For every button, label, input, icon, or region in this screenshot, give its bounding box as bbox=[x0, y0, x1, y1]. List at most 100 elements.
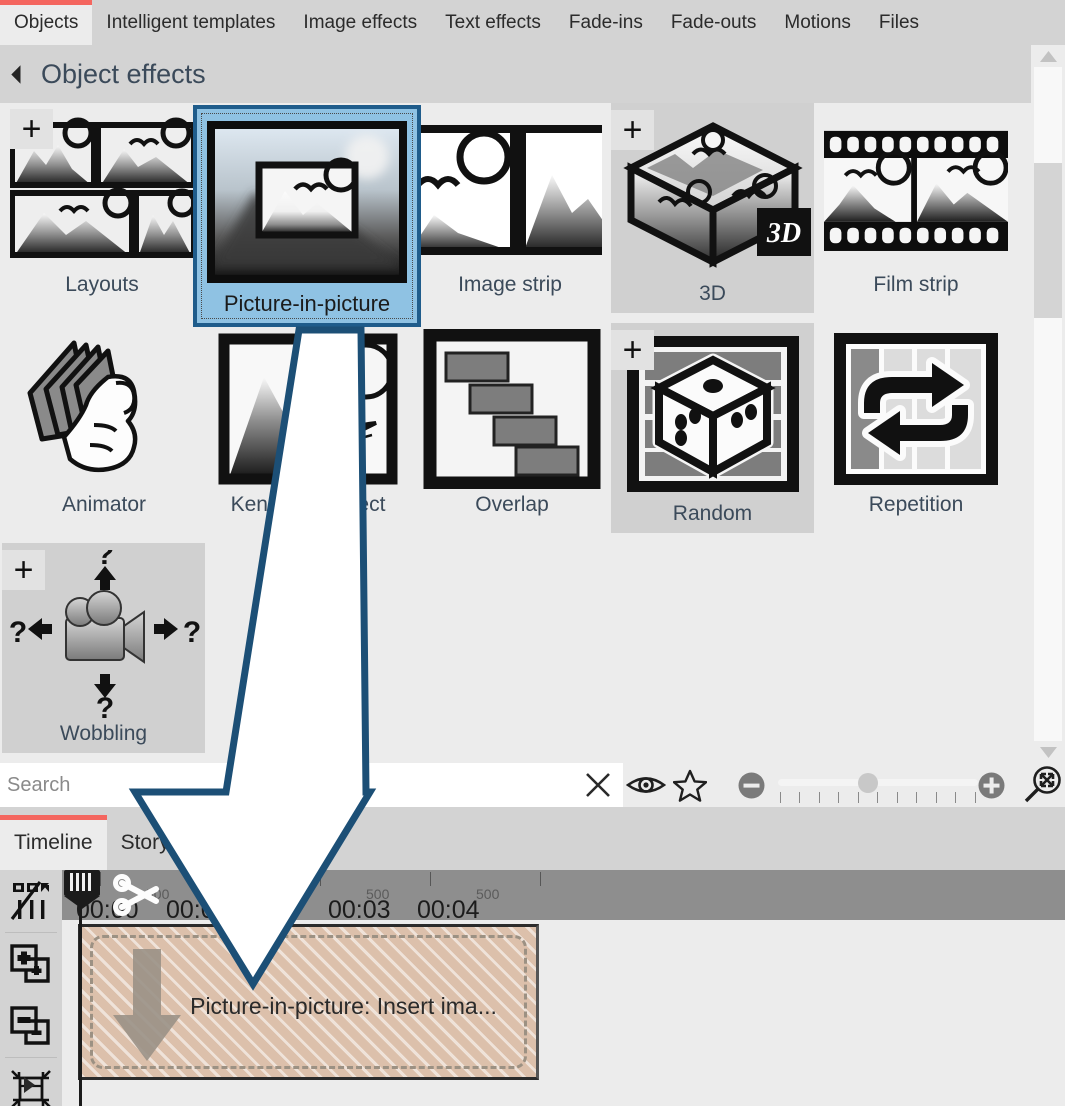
ken-burns-icon bbox=[216, 329, 400, 489]
effect-label: Ken Burns effect bbox=[231, 493, 386, 517]
minus-circle-icon[interactable] bbox=[729, 763, 774, 807]
effects-grid: + bbox=[0, 103, 1031, 763]
object-effects-header[interactable]: Object effects bbox=[0, 45, 1031, 103]
tab-timeline[interactable]: Timeline bbox=[0, 815, 107, 870]
effect-tile-wobbling[interactable]: + ? ? bbox=[2, 543, 205, 753]
zoom-slider-thumb[interactable] bbox=[858, 773, 878, 793]
layouts-icon: + bbox=[10, 109, 194, 269]
tab-label: Storyboard bbox=[121, 831, 224, 855]
add-icon[interactable]: + bbox=[611, 110, 654, 150]
effect-label: Animator bbox=[62, 493, 146, 517]
search-toolbar bbox=[0, 763, 1065, 807]
effect-tile-overlap[interactable]: Overlap bbox=[420, 329, 604, 517]
close-x-icon[interactable] bbox=[573, 763, 624, 807]
clip-label: Picture-in-picture: Insert ima... bbox=[81, 993, 536, 1020]
effect-tile-random[interactable]: + bbox=[611, 323, 814, 533]
repetition-icon bbox=[824, 329, 1008, 489]
zoom-slider[interactable] bbox=[778, 763, 965, 807]
marker-icon[interactable] bbox=[254, 872, 271, 897]
effects-scrollbar[interactable] bbox=[1031, 45, 1065, 763]
app-window: Objects Intelligent templates Image effe… bbox=[0, 0, 1065, 1106]
triangle-collapse-icon[interactable] bbox=[11, 65, 29, 83]
tab-motions[interactable]: Motions bbox=[770, 0, 865, 45]
remove-track-icon[interactable] bbox=[0, 995, 62, 1057]
split-objects-icon[interactable] bbox=[0, 870, 62, 932]
scrollbar-thumb[interactable] bbox=[1034, 163, 1062, 318]
zoom-slider-track[interactable] bbox=[778, 779, 978, 786]
3d-cube-icon: + bbox=[611, 110, 814, 278]
tab-image-effects[interactable]: Image effects bbox=[289, 0, 431, 45]
picture-in-picture-icon bbox=[207, 117, 407, 287]
tab-fade-outs[interactable]: Fade-outs bbox=[657, 0, 771, 45]
add-icon[interactable]: + bbox=[611, 330, 654, 370]
effect-tile-animator[interactable]: Animator bbox=[12, 329, 196, 517]
effect-tile-3d[interactable]: + bbox=[611, 103, 814, 313]
svg-text:3D: 3D bbox=[765, 218, 800, 249]
top-tab-bar: Objects Intelligent templates Image effe… bbox=[0, 0, 1065, 45]
triangle-down-icon[interactable] bbox=[1031, 741, 1065, 763]
tab-storyboard[interactable]: Storyboard bbox=[107, 815, 238, 870]
effect-tile-layouts[interactable]: + bbox=[10, 109, 194, 297]
effect-label: Overlap bbox=[475, 493, 549, 517]
timeline-clip[interactable]: Picture-in-picture: Insert ima... bbox=[78, 924, 539, 1080]
expand-arrow-icon[interactable] bbox=[24, 1077, 35, 1093]
tab-text-effects[interactable]: Text effects bbox=[431, 0, 555, 45]
effect-label: Image strip bbox=[458, 273, 562, 297]
tab-label: Timeline bbox=[14, 831, 93, 855]
magnifier-fit-icon[interactable] bbox=[1020, 763, 1065, 807]
playhead-line bbox=[79, 884, 82, 1106]
wobbling-camera-icon: + ? ? bbox=[2, 550, 205, 718]
triangle-up-icon[interactable] bbox=[1031, 45, 1065, 67]
tab-label: Objects bbox=[14, 12, 78, 34]
random-dice-icon: + bbox=[611, 330, 814, 498]
chapter-markers[interactable] bbox=[234, 872, 271, 897]
effect-label: Wobbling bbox=[60, 722, 147, 746]
animator-icon bbox=[12, 329, 196, 489]
tab-intelligent-templates[interactable]: Intelligent templates bbox=[92, 0, 289, 45]
effect-tile-image-strip[interactable]: Image strip bbox=[418, 109, 602, 297]
effect-tile-ken-burns[interactable]: Ken Burns effect bbox=[216, 329, 400, 517]
effect-label: Layouts bbox=[65, 273, 139, 297]
ruler-time-label: 00:01 bbox=[166, 896, 229, 920]
timeline-tab-bar: Timeline Storyboard bbox=[0, 807, 1065, 870]
zoom-slider-ticks bbox=[780, 792, 976, 803]
tab-label: Fade-ins bbox=[569, 12, 643, 34]
svg-text:?: ? bbox=[182, 616, 200, 649]
eye-icon[interactable] bbox=[623, 763, 668, 807]
effect-label: Picture-in-picture bbox=[224, 291, 390, 317]
effect-label: Film strip bbox=[873, 273, 958, 297]
ruler-time-label: 00:03 bbox=[328, 896, 391, 920]
ruler-time-label: 00:04 bbox=[417, 896, 480, 920]
effect-tile-repetition[interactable]: Repetition bbox=[824, 329, 1008, 517]
tab-objects[interactable]: Objects bbox=[0, 0, 92, 45]
add-icon[interactable]: + bbox=[10, 109, 53, 149]
effect-label: 3D bbox=[699, 282, 726, 306]
add-icon[interactable]: + bbox=[2, 550, 45, 590]
page-title: Object effects bbox=[41, 59, 206, 90]
star-icon[interactable] bbox=[668, 763, 713, 807]
tab-label: Image effects bbox=[303, 12, 417, 34]
effect-tile-film-strip[interactable]: Film strip bbox=[824, 109, 1008, 297]
timeline-toolbar bbox=[0, 870, 62, 1106]
effect-label: Repetition bbox=[869, 493, 964, 517]
effect-tile-picture-in-picture[interactable]: Picture-in-picture bbox=[193, 105, 421, 327]
svg-text:?: ? bbox=[95, 692, 113, 718]
add-track-icon[interactable] bbox=[0, 933, 62, 995]
tab-label: Fade-outs bbox=[671, 12, 757, 34]
tab-label: Text effects bbox=[445, 12, 541, 34]
svg-text:?: ? bbox=[95, 550, 113, 571]
overlap-icon bbox=[420, 329, 604, 489]
scissors-icon[interactable] bbox=[110, 871, 168, 920]
timeline-ruler[interactable]: 500 500 500 500 00:00 00:01 00:03 00:04 bbox=[62, 870, 1065, 920]
tab-label: Motions bbox=[784, 12, 851, 34]
image-strip-icon bbox=[418, 109, 602, 269]
film-strip-icon bbox=[824, 109, 1008, 269]
effect-label: Random bbox=[673, 502, 752, 526]
playhead-icon[interactable] bbox=[64, 870, 100, 914]
tab-label: Files bbox=[879, 12, 919, 34]
marker-icon[interactable] bbox=[234, 872, 251, 897]
search-input[interactable] bbox=[0, 763, 573, 807]
tab-files[interactable]: Files bbox=[865, 0, 933, 45]
timeline-body: 500 500 500 500 00:00 00:01 00:03 00:04 bbox=[0, 870, 1065, 1106]
tab-fade-ins[interactable]: Fade-ins bbox=[555, 0, 657, 45]
